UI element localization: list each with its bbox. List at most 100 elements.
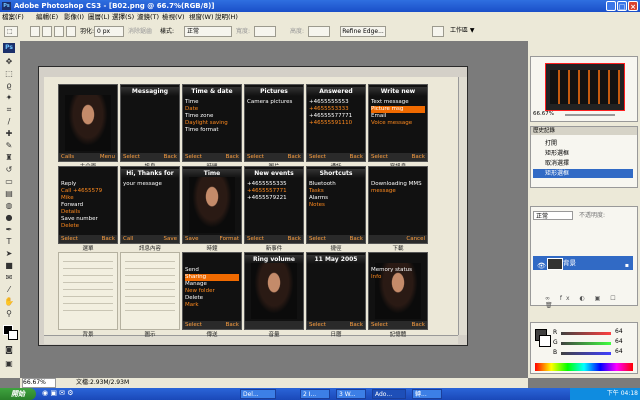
screen-list-item: Save number — [61, 216, 98, 222]
workspace-button[interactable]: 工作區 ▼ — [448, 26, 478, 37]
feather-input[interactable]: 0 px — [94, 26, 124, 37]
history-state[interactable]: 取消選擇 — [533, 159, 633, 168]
left-softkey: Select — [185, 322, 202, 328]
history-state[interactable]: 矩形選框 — [533, 149, 633, 158]
left-softkey: Save — [185, 236, 199, 242]
right-softkey: Back — [287, 236, 301, 242]
pen-icon[interactable]: ✒ — [3, 225, 15, 235]
subtract-selection-icon[interactable] — [54, 26, 64, 37]
width-input[interactable] — [254, 26, 276, 37]
quick-mask-icon[interactable]: ◙ — [3, 345, 15, 355]
move-tool-icon[interactable]: ✥ — [3, 57, 15, 67]
layer-row-background[interactable]: 👁 背景 ▪ — [533, 256, 633, 270]
phone-screen-s1: Calls Menu — [58, 84, 118, 162]
height-input[interactable] — [308, 26, 330, 37]
menu-help[interactable]: 說明(H) — [215, 12, 238, 23]
menu-view[interactable]: 檢視(V) — [162, 12, 185, 23]
screen-body: Memory status Info — [371, 267, 425, 317]
refine-edge-button[interactable]: Refine Edge... — [340, 26, 386, 37]
blend-mode-select[interactable]: 正常 — [533, 211, 573, 220]
b-slider[interactable] — [561, 352, 611, 355]
screen-caption: 日曆 — [330, 332, 342, 338]
task-button-2[interactable]: 2 I... — [300, 389, 330, 399]
task-button-1[interactable]: Del... — [240, 389, 276, 399]
r-slider[interactable] — [561, 332, 611, 335]
intersect-selection-icon[interactable] — [66, 26, 76, 37]
screen-body: Send Sharing Manage New folder Delete Mark — [185, 267, 239, 317]
stamp-icon[interactable]: ♜ — [3, 153, 15, 163]
menu-file[interactable]: 檔案(F) — [2, 12, 24, 23]
start-button[interactable]: 開始 — [0, 388, 36, 400]
dodge-icon[interactable]: ● — [3, 213, 15, 223]
softkey-bar: Select Back — [307, 321, 365, 329]
antialias-checkbox[interactable]: 消除鋸齒 — [128, 26, 152, 37]
history-state[interactable]: 矩形選框 — [533, 169, 633, 178]
eraser-icon[interactable]: ▭ — [3, 177, 15, 187]
screen-list-item: +46555591110 — [309, 120, 353, 126]
right-softkey: Back — [225, 322, 239, 328]
navigator-preview[interactable] — [545, 63, 625, 111]
menu-layer[interactable]: 圖層(L) — [88, 12, 110, 23]
path-select-icon[interactable]: ➤ — [3, 249, 15, 259]
history-brush-icon[interactable]: ↺ — [3, 165, 15, 175]
task-button-photoshop[interactable]: Ado... — [372, 389, 406, 399]
zoom-field[interactable]: 66.67% — [22, 378, 56, 388]
r-value[interactable]: 64 — [615, 328, 623, 335]
toolbox: Ps ✥ ⬚ ϱ ✦ ⌗ / ✚ ✎ ♜ ↺ ▭ ▤ ◍ ● ✒ T ➤ ■ ✉… — [0, 41, 21, 378]
eyedropper-icon[interactable]: ⁄ — [3, 285, 15, 295]
history-tab[interactable]: 歷史記錄 — [531, 127, 637, 135]
menu-image[interactable]: 影像(I) — [64, 12, 84, 23]
layer-actions-icons[interactable]: ∞ fx ◐ ▣ ☐ 🗑 — [545, 295, 637, 309]
history-state[interactable]: 打開 — [533, 139, 633, 148]
screen-list-item: Alarms — [309, 195, 329, 201]
shape-icon[interactable]: ■ — [3, 261, 15, 271]
screen-body — [123, 99, 177, 149]
task-button-3[interactable]: 3 W... — [336, 389, 366, 399]
maximize-button[interactable]: □ — [617, 1, 627, 11]
b-value[interactable]: 64 — [615, 348, 623, 355]
g-value[interactable]: 64 — [615, 338, 623, 345]
style-select[interactable]: 正常 — [184, 26, 232, 37]
notes-icon[interactable]: ✉ — [3, 273, 15, 283]
zoom-icon[interactable]: ⚲ — [3, 309, 15, 319]
bg-color-swatch[interactable] — [539, 335, 551, 347]
softkey-bar: Calls Menu — [59, 153, 117, 161]
menu-filter[interactable]: 濾鏡(T) — [137, 12, 159, 23]
background-color-swatch[interactable] — [8, 330, 18, 340]
menu-window[interactable]: 視窗(W) — [189, 12, 214, 23]
slice-icon[interactable]: / — [3, 117, 15, 127]
lasso-icon[interactable]: ϱ — [3, 81, 15, 91]
minimize-button[interactable]: _ — [606, 1, 616, 11]
marquee-icon[interactable]: ⬚ — [3, 69, 15, 79]
new-selection-icon[interactable] — [30, 26, 40, 37]
screen-mode-icon[interactable]: ▣ — [3, 359, 15, 369]
quick-launch-icons[interactable]: ◉ ▣ ✉ ⚙ — [42, 389, 74, 397]
screen-caption: 下載 — [392, 246, 404, 252]
hand-icon[interactable]: ✋ — [3, 297, 15, 307]
menu-edit[interactable]: 編輯(E) — [36, 12, 58, 23]
healing-icon[interactable]: ✚ — [3, 129, 15, 139]
add-selection-icon[interactable] — [42, 26, 52, 37]
crop-icon[interactable]: ⌗ — [3, 105, 15, 115]
magic-wand-icon[interactable]: ✦ — [3, 93, 15, 103]
menu-select[interactable]: 選擇(S) — [112, 12, 134, 23]
marquee-tool-icon[interactable]: ⬚ — [4, 26, 18, 37]
gradient-icon[interactable]: ▤ — [3, 189, 15, 199]
navigator-zoom-slider[interactable] — [565, 114, 615, 116]
screen-header: Answered — [307, 87, 365, 96]
placeholder-line — [125, 310, 175, 311]
eye-icon[interactable]: 👁 — [537, 259, 546, 273]
type-icon[interactable]: T — [3, 237, 15, 247]
g-slider[interactable] — [561, 342, 611, 345]
close-button[interactable]: × — [628, 1, 638, 11]
right-softkey: Format — [219, 236, 239, 242]
phone-screen-s2: Messaging Select Back — [120, 84, 180, 162]
color-spectrum[interactable] — [535, 363, 633, 371]
task-button-5[interactable]: 轉... — [412, 389, 442, 399]
vertical-scrollbar[interactable] — [458, 77, 467, 335]
left-softkey: Select — [61, 236, 78, 242]
brush-icon[interactable]: ✎ — [3, 141, 15, 151]
blur-icon[interactable]: ◍ — [3, 201, 15, 211]
brushes-icon[interactable] — [432, 26, 444, 37]
right-softkey: Back — [163, 154, 177, 160]
